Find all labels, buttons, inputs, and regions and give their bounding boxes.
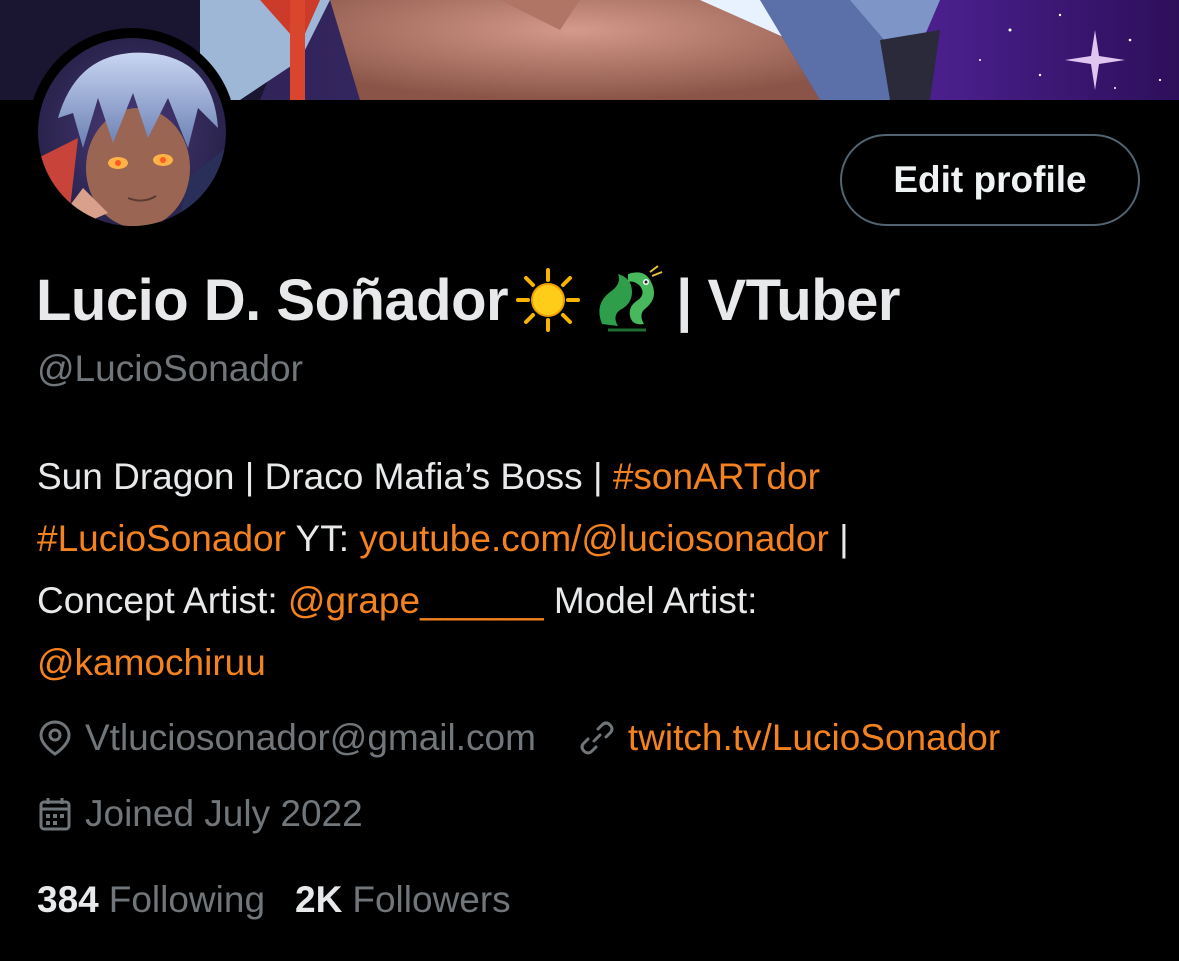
location-text: Vtluciosonador@gmail.com xyxy=(85,717,536,758)
hashtag-link[interactable]: #LucioSonador xyxy=(37,518,286,559)
link-icon xyxy=(578,719,616,757)
followers-count: 2K xyxy=(295,879,343,920)
bio-text: YT: xyxy=(295,518,350,559)
website-link[interactable]: twitch.tv/LucioSonador xyxy=(628,717,1000,759)
calendar-icon xyxy=(37,795,73,833)
followers-label: Followers xyxy=(352,879,511,920)
mention-link[interactable]: @kamochiruu xyxy=(37,642,266,683)
sun-emoji xyxy=(512,264,584,336)
followers-link[interactable]: 2K Followers xyxy=(295,879,511,921)
user-handle: @LucioSonador xyxy=(37,348,303,389)
display-name-suffix: | VTuber xyxy=(676,267,900,333)
bio-text: | xyxy=(839,518,849,559)
following-count: 384 xyxy=(37,879,99,920)
dragon-emoji xyxy=(588,264,664,336)
bio: Sun Dragon | Draco Mafia’s Boss | #sonAR… xyxy=(37,446,1147,694)
bio-text: Concept Artist: xyxy=(37,580,278,621)
following-label: Following xyxy=(108,879,266,920)
youtube-link[interactable]: youtube.com/@luciosonador xyxy=(359,518,829,559)
location-pin-icon xyxy=(37,719,73,757)
bio-text: Model Artist: xyxy=(553,580,758,621)
following-link[interactable]: 384 Following xyxy=(37,879,265,921)
bio-text: Sun Dragon | Draco Mafia’s Boss | xyxy=(37,456,603,497)
display-name: Lucio D. Soñador | VTuber xyxy=(36,262,900,338)
hashtag-link[interactable]: #sonARTdor xyxy=(613,456,820,497)
profile-meta-row: Vtluciosonador@gmail.com twitch.tv/Lucio… xyxy=(37,714,1000,762)
website[interactable]: twitch.tv/LucioSonador xyxy=(578,717,1000,759)
display-name-text: Lucio D. Soñador xyxy=(36,267,509,333)
mention-link[interactable]: @grape______ xyxy=(288,580,544,621)
edit-profile-button[interactable]: Edit profile xyxy=(840,134,1140,226)
avatar[interactable] xyxy=(38,38,226,226)
location: Vtluciosonador@gmail.com xyxy=(37,717,536,759)
joined-row: Joined July 2022 xyxy=(37,790,363,838)
follow-stats: 384 Following 2K Followers xyxy=(37,876,511,924)
joined-date: Joined July 2022 xyxy=(85,793,363,834)
